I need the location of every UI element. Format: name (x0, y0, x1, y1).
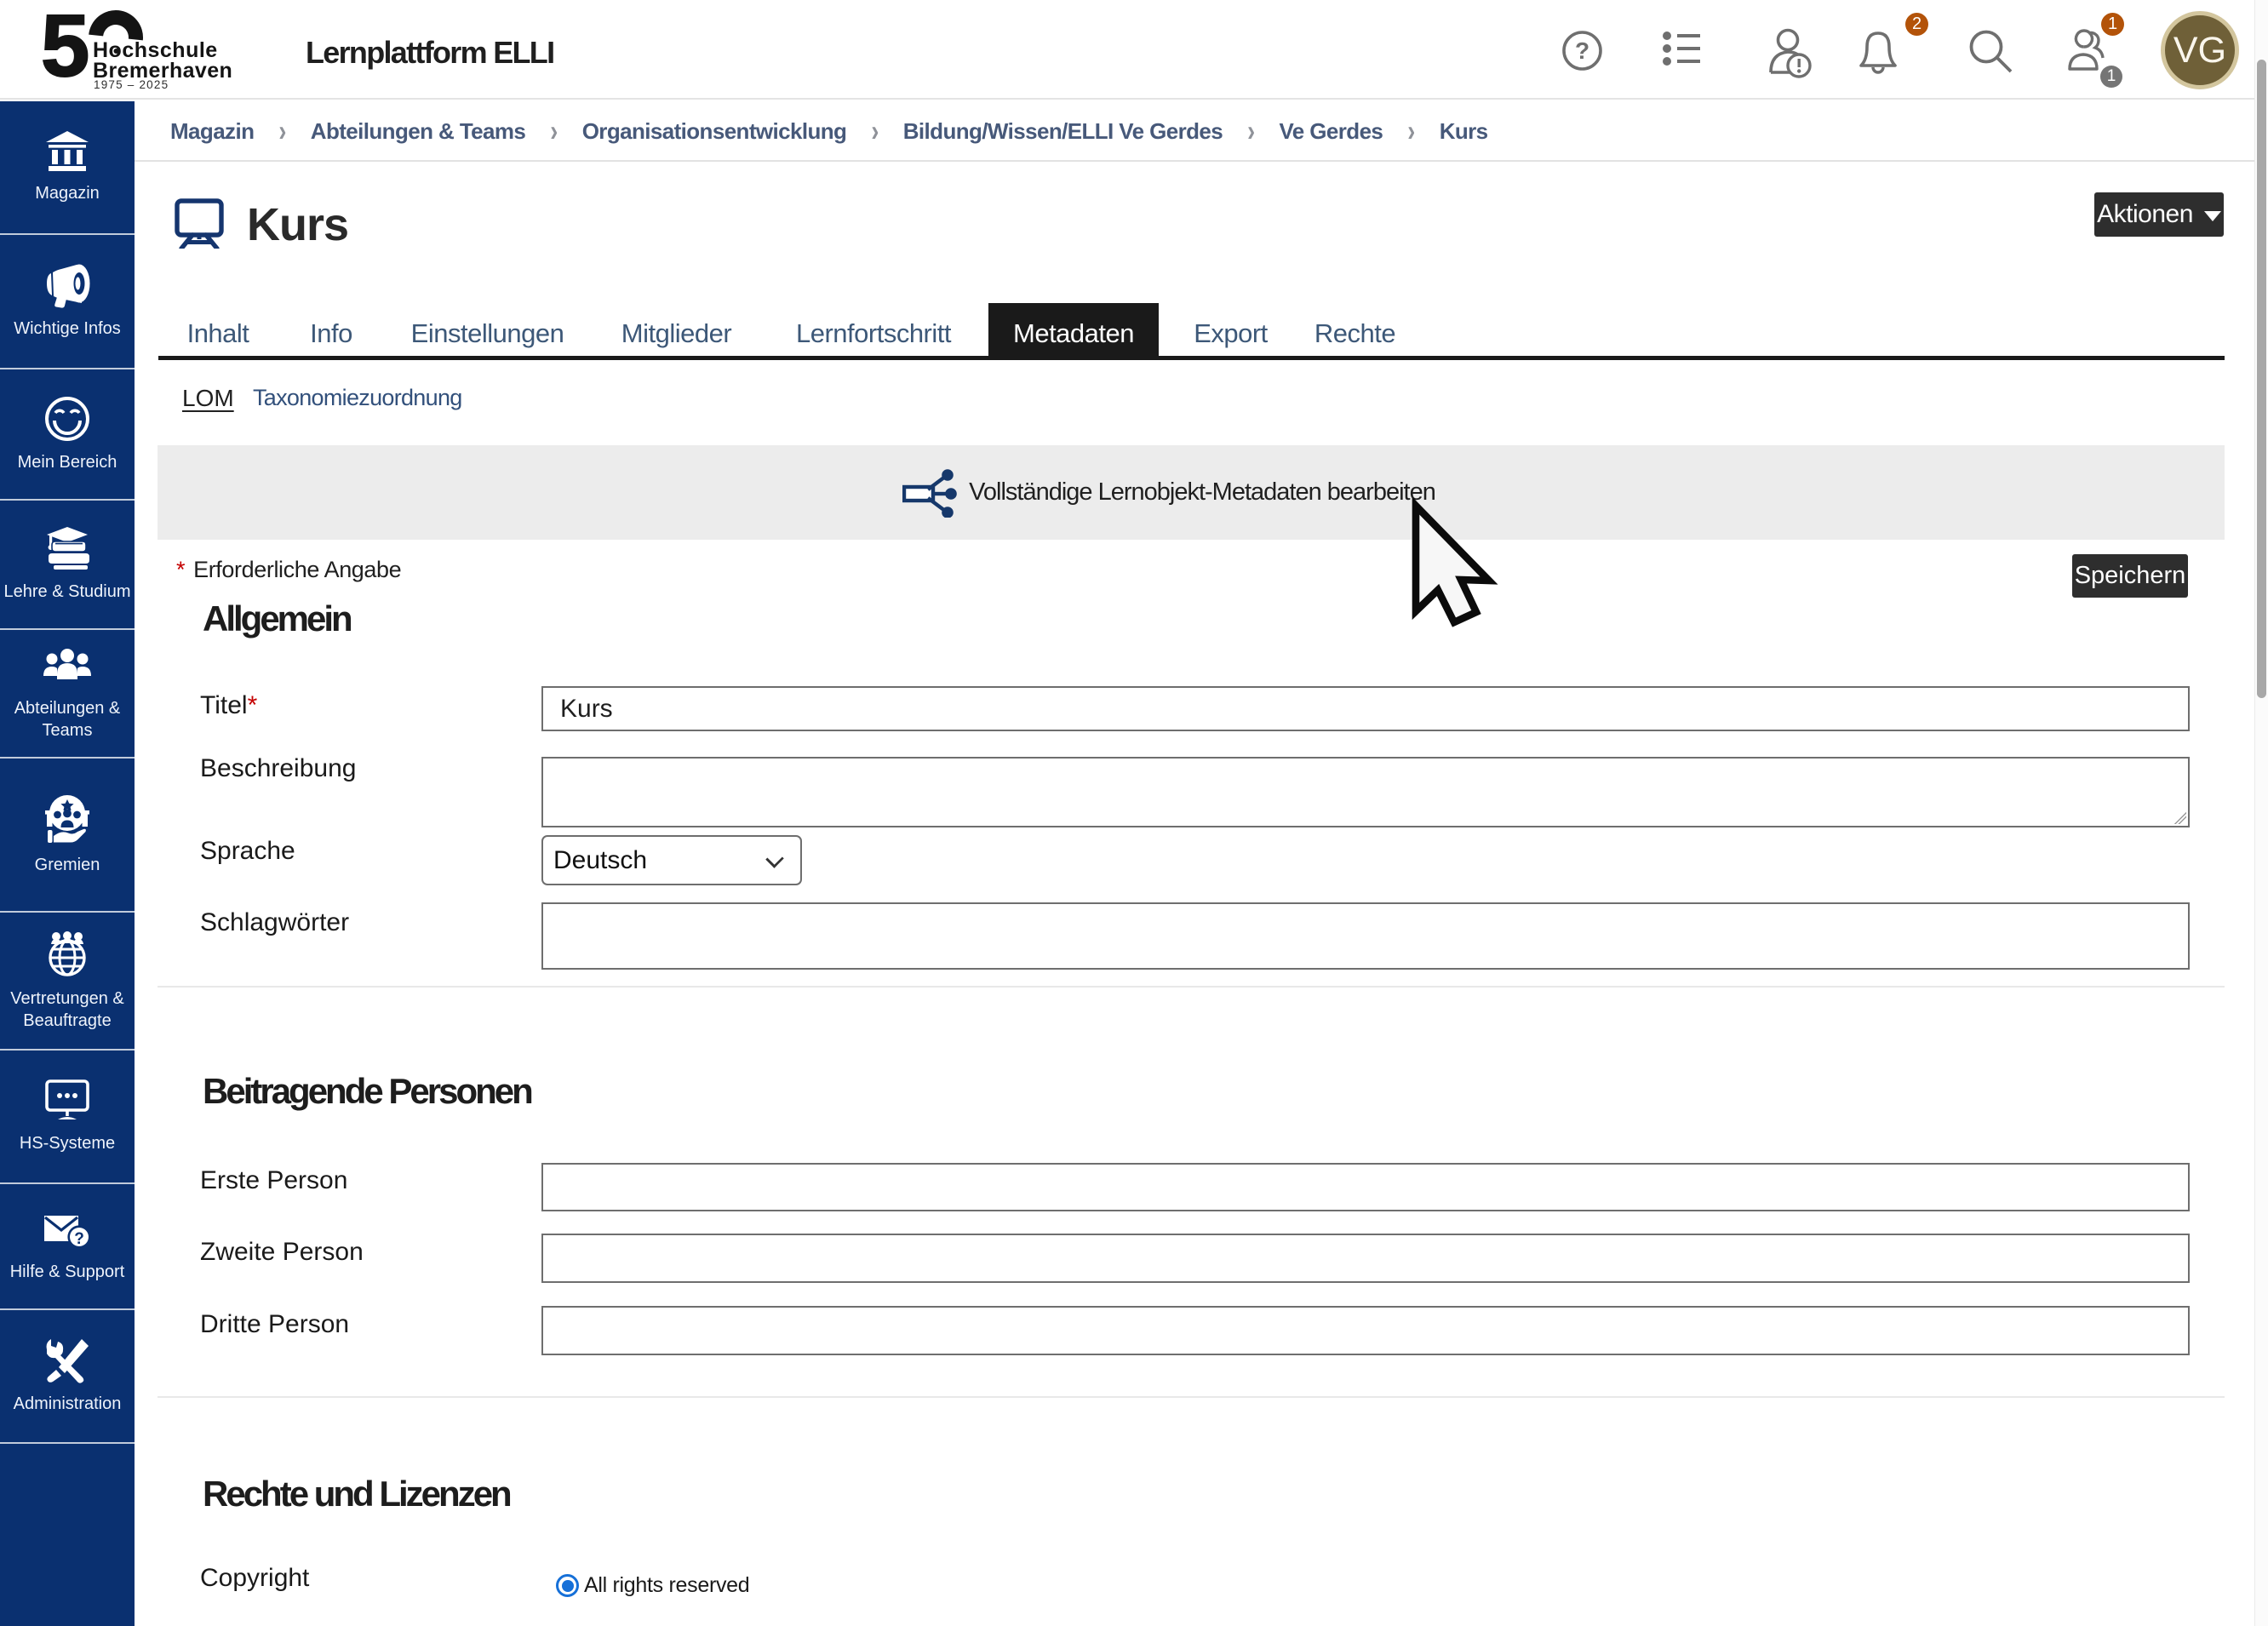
svg-text:?: ? (74, 1230, 84, 1248)
svg-text:?: ? (1575, 37, 1589, 64)
svg-text:5: 5 (41, 3, 88, 94)
svg-text:1975 – 2025: 1975 – 2025 (94, 78, 169, 91)
